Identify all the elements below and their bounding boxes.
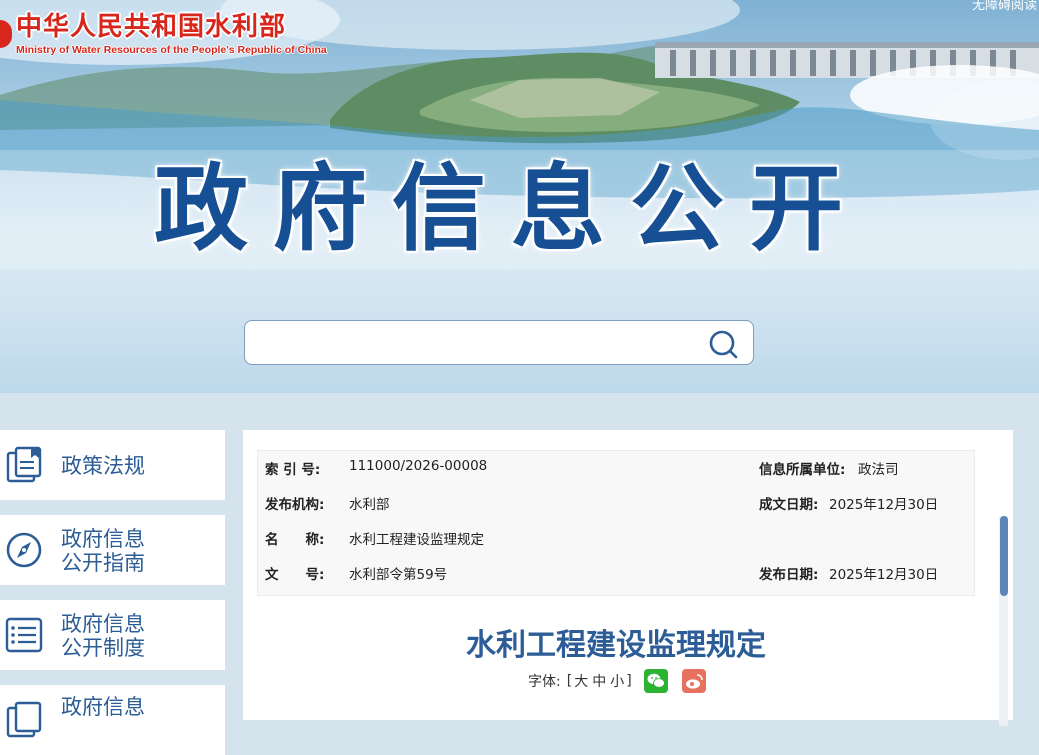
list-icon [5, 617, 43, 653]
doc-number-value: 水利部令第59号 [349, 567, 448, 583]
index-number-value: 111000/2026-00008 [349, 458, 488, 474]
font-size-large-button[interactable]: 大 [574, 671, 588, 691]
publisher-label: 发布机构: [265, 497, 325, 513]
document-icon [6, 701, 42, 738]
created-date-value: 2025年12月30日 [829, 497, 939, 513]
document-icon [6, 446, 42, 483]
emblem-icon [0, 20, 12, 48]
search-input[interactable] [257, 329, 701, 359]
name-value: 水利工程建设监理规定 [349, 532, 484, 548]
sidebar-item-label: 政府信息 公开制度 [61, 612, 145, 660]
sidebar-item-gov-info[interactable]: 政府信息 [0, 685, 225, 755]
search-box [244, 320, 754, 365]
unit-value: 政法司 [858, 462, 899, 478]
index-number-label: 索 引 号: [265, 462, 321, 478]
doc-number-label: 文 号: [265, 567, 325, 583]
published-date-value: 2025年12月30日 [829, 567, 939, 583]
compass-icon [6, 532, 42, 568]
sidebar-item-policies[interactable]: 政策法规 [0, 430, 225, 500]
document-metadata: 索 引 号: 111000/2026-00008 信息所属单位: 政法司 发布机… [257, 450, 975, 596]
sidebar-item-disclosure-guide[interactable]: 政府信息 公开指南 [0, 515, 225, 585]
publisher-value: 水利部 [349, 497, 390, 513]
sidebar-item-label: 政府信息 [61, 695, 145, 719]
sidebar-item-disclosure-system[interactable]: 政府信息 公开制度 [0, 600, 225, 670]
created-date-label: 成文日期: [759, 497, 819, 513]
article-title: 水利工程建设监理规定 [466, 628, 766, 663]
bracket-close: ] [626, 673, 632, 689]
page-title: 政府信息公开 [154, 155, 869, 264]
header-banner: 中华人民共和国水利部 Ministry of Water Resources o… [0, 0, 1039, 393]
unit-label: 信息所属单位: [759, 462, 846, 478]
content-panel: 索 引 号: 111000/2026-00008 信息所属单位: 政法司 发布机… [243, 430, 1013, 726]
weibo-icon [685, 674, 703, 689]
sidebar-item-label: 政府信息 公开指南 [61, 527, 145, 575]
sidebar-item-label: 政策法规 [61, 454, 145, 478]
published-date-label: 发布日期: [759, 567, 819, 583]
share-weibo-button[interactable] [681, 669, 706, 693]
font-size-label: 字体: [528, 674, 561, 690]
site-name-cn: 中华人民共和国水利部 [16, 12, 287, 42]
accessibility-link[interactable]: 无障碍阅读 [972, 0, 1037, 13]
site-logo[interactable]: 中华人民共和国水利部 Ministry of Water Resources o… [0, 12, 327, 56]
name-label: 名 称: [265, 532, 325, 548]
font-size-small-button[interactable]: 小 [610, 671, 624, 691]
font-size-controls: 字体: [ 大 中 小 ] [528, 668, 706, 694]
site-name-en: Ministry of Water Resources of the Peopl… [16, 44, 327, 56]
bracket-open: [ [566, 673, 573, 689]
scrollbar-thumb[interactable] [1000, 516, 1008, 596]
wechat-icon [647, 673, 665, 688]
share-wechat-button[interactable] [643, 669, 668, 693]
search-icon[interactable] [707, 327, 741, 361]
font-size-medium-button[interactable]: 中 [592, 671, 606, 691]
